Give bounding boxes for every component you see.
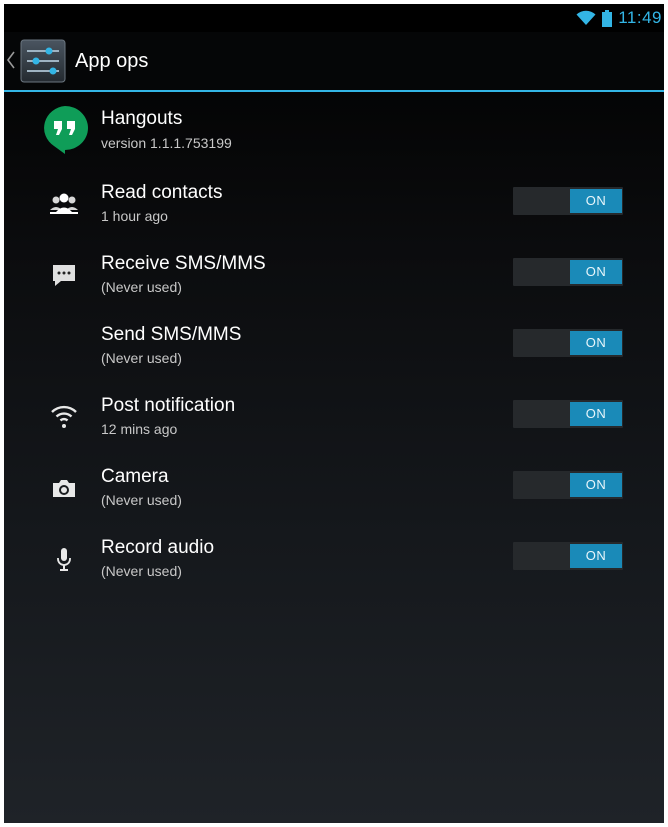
toggle-on-label: ON (570, 260, 622, 284)
action-bar: App ops (4, 32, 664, 92)
app-version: version 1.1.1.753199 (101, 135, 232, 151)
toggle-switch[interactable]: ON (513, 258, 623, 286)
op-last-used: (Never used) (101, 492, 182, 508)
app-ops-screen: 11:49 App ops Hangouts version 1.1.1.753… (4, 4, 664, 823)
op-title: Receive SMS/MMS (101, 253, 266, 274)
settings-sliders-icon[interactable] (19, 38, 67, 84)
toggle-switch[interactable]: ON (513, 542, 623, 570)
op-row-send-sms[interactable]: Send SMS/MMS (Never used) ON (4, 320, 664, 391)
message-icon (53, 265, 75, 286)
toggle-switch[interactable]: ON (513, 471, 623, 499)
op-row-record-audio[interactable]: Record audio (Never used) ON (4, 533, 664, 604)
op-title: Read contacts (101, 182, 223, 203)
chevron-left-icon[interactable] (6, 50, 16, 70)
op-row-camera[interactable]: Camera (Never used) ON (4, 462, 664, 533)
op-title: Camera (101, 466, 169, 487)
hangouts-icon (44, 106, 88, 154)
toggle-on-label: ON (570, 189, 622, 213)
microphone-icon (57, 548, 71, 571)
wifi-icon (576, 10, 596, 25)
status-bar: 11:49 (4, 4, 664, 32)
toggle-on-label: ON (570, 473, 622, 497)
status-time: 11:49 (618, 8, 662, 27)
op-last-used: (Never used) (101, 279, 182, 295)
op-last-used: (Never used) (101, 563, 182, 579)
op-title: Record audio (101, 537, 215, 558)
op-title: Post notification (101, 395, 236, 416)
status-icons: 11:49 (576, 8, 662, 28)
app-header: Hangouts version 1.1.1.753199 (4, 96, 664, 162)
page-title: App ops (75, 50, 149, 72)
wifi-notification-icon (51, 405, 77, 428)
app-name: Hangouts (101, 108, 183, 129)
op-title: Send SMS/MMS (101, 324, 242, 345)
op-row-receive-sms[interactable]: Receive SMS/MMS (Never used) ON (4, 249, 664, 320)
toggle-switch[interactable]: ON (513, 187, 623, 215)
op-last-used: 1 hour ago (101, 208, 168, 224)
toggle-switch[interactable]: ON (513, 400, 623, 428)
op-last-used: 12 mins ago (101, 421, 178, 437)
toggle-on-label: ON (570, 544, 622, 568)
op-last-used: (Never used) (101, 350, 182, 366)
battery-icon (602, 9, 613, 27)
camera-icon (53, 480, 75, 497)
toggle-on-label: ON (570, 331, 622, 355)
op-row-post-notification[interactable]: Post notification 12 mins ago ON (4, 391, 664, 462)
toggle-on-label: ON (570, 402, 622, 426)
op-row-read-contacts[interactable]: Read contacts 1 hour ago ON (4, 178, 664, 249)
toggle-switch[interactable]: ON (513, 329, 623, 357)
contacts-icon (50, 193, 78, 214)
